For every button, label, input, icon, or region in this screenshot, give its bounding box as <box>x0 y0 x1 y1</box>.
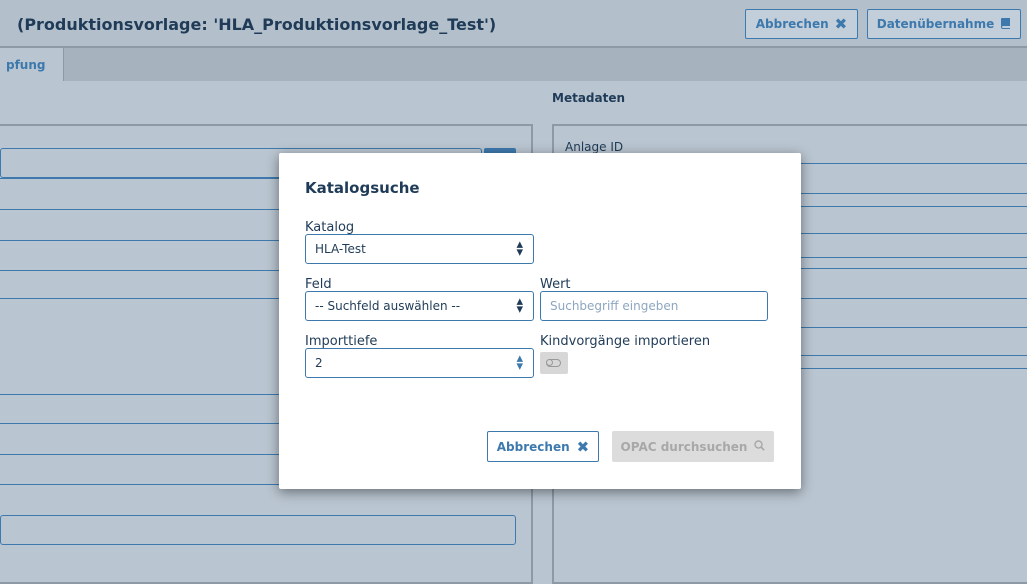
close-icon: ✖ <box>834 15 848 33</box>
child-import-label: Kindvorgänge importieren <box>540 334 711 349</box>
bg-line <box>0 209 280 210</box>
bg-line <box>0 298 280 299</box>
bg-line <box>0 178 280 179</box>
import-depth-value: 2 <box>315 356 323 370</box>
search-term-input[interactable] <box>540 291 768 321</box>
book-icon <box>1000 17 1011 32</box>
page-title: (Produktionsvorlage: 'HLA_Produktionsvor… <box>17 15 497 34</box>
bg-line <box>800 233 1027 234</box>
close-icon: ✖ <box>576 437 590 456</box>
metadata-first-label: Anlage ID <box>565 140 624 154</box>
catalog-label: Katalog <box>305 220 355 235</box>
tab-bar: pfung <box>0 48 1027 81</box>
bg-line <box>0 454 280 455</box>
bg-line <box>800 327 1027 328</box>
import-depth-label: Importtiefe <box>305 334 378 349</box>
bg-line <box>0 240 280 241</box>
catalog-search-dialog: Katalogsuche Katalog HLA-Test ▴ ▾ Feld --… <box>279 153 801 489</box>
bg-line <box>800 257 1027 258</box>
field-select[interactable]: -- Suchfeld auswählen -- ▴ ▾ <box>305 291 534 321</box>
tab-active[interactable]: pfung <box>0 48 64 81</box>
import-depth-stepper[interactable]: 2 ▴ ▾ <box>305 348 534 378</box>
search-icon <box>754 439 766 454</box>
dialog-title: Katalogsuche <box>305 179 420 197</box>
sort-caret-icon: ▴ ▾ <box>516 237 523 260</box>
bg-line <box>800 193 1027 194</box>
opac-search-button[interactable]: OPAC durchsuchen <box>612 431 774 462</box>
dialog-cancel-button[interactable]: Abbrechen ✖ <box>487 431 599 462</box>
opac-search-label: OPAC durchsuchen <box>620 439 748 454</box>
bg-line <box>0 484 280 485</box>
value-label: Wert <box>540 277 571 292</box>
bg-line <box>800 206 1027 207</box>
bg-line <box>800 355 1027 356</box>
metadata-heading: Metadaten <box>552 91 626 105</box>
field-label: Feld <box>305 277 332 292</box>
bg-line <box>800 298 1027 299</box>
dialog-cancel-label: Abbrechen <box>496 439 570 454</box>
header-import-button[interactable]: Datenübernahme <box>867 9 1021 39</box>
field-select-value: -- Suchfeld auswählen -- <box>315 299 461 313</box>
spinner-arrows-icon[interactable]: ▴ ▾ <box>516 352 523 373</box>
bg-line <box>800 268 1027 269</box>
header-cancel-label: Abbrechen <box>755 17 829 31</box>
bg-input-2[interactable] <box>0 515 516 545</box>
header-cancel-button[interactable]: Abbrechen ✖ <box>745 9 858 39</box>
child-import-toggle[interactable] <box>540 352 568 374</box>
header-import-label: Datenübernahme <box>876 17 995 31</box>
catalog-select-value: HLA-Test <box>315 242 366 256</box>
toggle-off-icon <box>546 359 561 367</box>
bg-line <box>800 368 1027 369</box>
bg-line <box>0 270 280 271</box>
top-header-bar: (Produktionsvorlage: 'HLA_Produktionsvor… <box>0 0 1027 48</box>
bg-line <box>0 394 280 395</box>
bg-line <box>0 423 280 424</box>
sort-caret-icon: ▴ ▾ <box>516 294 523 317</box>
bg-line <box>800 163 1027 164</box>
catalog-select[interactable]: HLA-Test ▴ ▾ <box>305 234 534 264</box>
